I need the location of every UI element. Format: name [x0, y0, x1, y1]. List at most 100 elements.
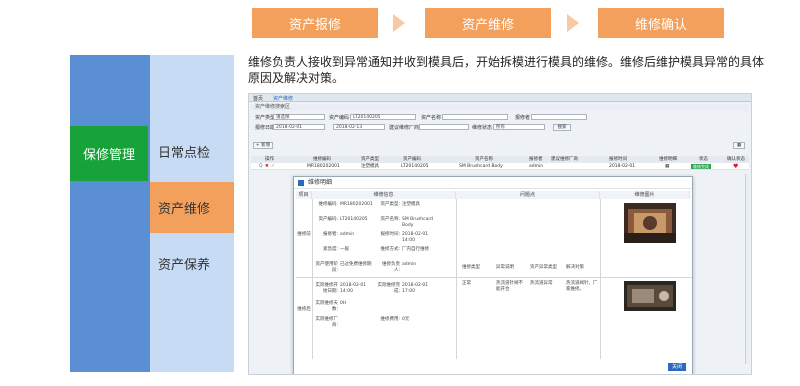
vendor-label: 建议维修厂商: [389, 125, 420, 131]
submenu-label: 日常点检: [158, 146, 211, 161]
info-key: 维修编码:: [318, 202, 338, 207]
vendor-input[interactable]: [419, 124, 469, 130]
problem-cell: 热流道阀针，厂家维修。: [566, 281, 598, 292]
step-confirm: 维修确认: [598, 8, 724, 38]
info-value: 0H: [340, 301, 347, 306]
info-key: 实际维修天数:: [315, 301, 339, 312]
app-screenshot: 首页 资产维修 资产维修搜索区 资产类型 请选择 资产编码 LT20140205…: [248, 93, 752, 375]
status-badge: 维修完成: [691, 164, 711, 169]
columns-toggle-icon[interactable]: ▦: [733, 142, 745, 149]
asset-code-input[interactable]: LT20140205: [350, 114, 416, 120]
col-header: 维修信息: [312, 191, 456, 199]
col-header: 资产异常类型: [530, 265, 557, 270]
check-icon[interactable]: ✓: [271, 163, 275, 170]
table-row[interactable]: Q ✖ ✓ MR180202001 注塑模具 LT20140205 SM Bru…: [251, 163, 749, 170]
info-row: 实际维修开始日期: 2018-02-01 14:00 实际维修完成: 2018-…: [314, 283, 454, 294]
problem-cell: 热流道针阀不能开合: [496, 281, 523, 292]
info-key: 实际维修开始日期:: [315, 283, 339, 294]
problem-cell: 正常: [462, 281, 471, 286]
info-key: 资产名称:: [380, 217, 400, 222]
module-panel: 保修管理 日常点检 资产维修 资产保养: [70, 55, 234, 372]
info-key: 资产编码:: [318, 217, 338, 222]
repair-detail-modal: 维修明细 项目 维修信息 问题点 维修图片 维修前 维修后 维修编码: MR18…: [293, 176, 693, 374]
info-value: LT20140205: [340, 217, 368, 222]
info-row: 报修者: admin 报修时间: 2018-02-01 14:00: [314, 232, 454, 243]
info-row: 实际维修厂商: 维修费用: 0元: [314, 317, 454, 328]
info-key: 维修负责人:: [382, 262, 400, 273]
asset-name-input[interactable]: [442, 114, 508, 120]
info-row: 维修编码: MR180202001 资产类型: 注塑模具: [314, 202, 454, 208]
divider: [600, 199, 601, 359]
submenu-asset-maintenance[interactable]: 资产保养: [150, 238, 234, 289]
col-header: 维修编码: [313, 157, 331, 162]
col-header: 资产名称: [475, 157, 493, 162]
arrow-right-icon: [393, 14, 405, 32]
col-header: 维修类型: [462, 265, 480, 270]
divider: [296, 277, 692, 278]
search-panel-title: 资产维修搜索区: [251, 104, 749, 111]
info-key: 报修者:: [322, 232, 338, 237]
module-label: 保修管理: [82, 148, 135, 163]
new-button[interactable]: + 新增: [253, 142, 273, 149]
module-maintenance[interactable]: 保修管理: [70, 126, 148, 181]
info-key: 紧急度:: [322, 247, 338, 252]
row-code: MR180202001: [307, 164, 340, 169]
info-key: 实际维修厂商:: [315, 317, 339, 328]
step-report: 资产报修: [252, 8, 378, 38]
step-label: 资产报修: [288, 17, 341, 33]
col-header: 资产类型: [361, 157, 379, 162]
view-icon[interactable]: Q: [259, 163, 263, 170]
nav-asset-repair[interactable]: 资产维修: [273, 95, 293, 102]
col-header: 问题点: [456, 191, 600, 199]
row-type: 注塑模具: [361, 164, 379, 169]
top-nav: 首页 资产维修: [249, 94, 751, 102]
search-button[interactable]: 搜索: [553, 124, 571, 131]
col-header: 解决对策: [566, 265, 584, 270]
info-key: 报修时间:: [380, 232, 400, 237]
delete-icon[interactable]: ✖: [265, 163, 269, 170]
repair-status-label: 维修状态: [472, 125, 493, 131]
submenu-label: 资产保养: [158, 258, 211, 273]
info-value: 注塑模具: [402, 202, 420, 207]
repair-photo-after[interactable]: [624, 281, 676, 311]
info-value: 厂内自行维修: [402, 247, 429, 252]
step-label: 维修确认: [634, 17, 687, 33]
section-before: 维修前: [297, 232, 311, 237]
submenu-asset-repair[interactable]: 资产维修: [150, 182, 234, 233]
row-name: SM Brushcard Body: [459, 164, 503, 169]
info-key: 维修费用:: [380, 317, 400, 322]
col-header: 资产编码: [403, 157, 421, 162]
submenu-daily-check[interactable]: 日常点检: [150, 126, 234, 177]
repair-photo-before[interactable]: [624, 203, 676, 243]
col-header: 操作: [265, 157, 274, 162]
modal-title: 维修明细: [294, 177, 692, 189]
col-header: 状态: [699, 157, 708, 162]
detail-icon[interactable]: ▦: [665, 163, 669, 170]
reporter-input[interactable]: [531, 114, 587, 120]
col-header: 报修者: [529, 157, 543, 162]
info-key: 实际维修完成:: [377, 283, 401, 294]
asset-type-select[interactable]: 请选择: [273, 114, 325, 120]
close-button[interactable]: 关闭: [668, 363, 686, 371]
col-header: 报修时间: [609, 157, 627, 162]
section-after: 维修后: [297, 307, 311, 312]
col-header: 异常说明: [496, 265, 514, 270]
date-to-input[interactable]: 2018-02-13: [333, 124, 385, 130]
info-value: admin: [340, 232, 355, 237]
scrollbar[interactable]: [745, 174, 749, 364]
report-date-label: 报修日期: [255, 125, 276, 131]
divider: [456, 199, 457, 359]
info-value: 2018-02-01 14:00: [402, 232, 429, 243]
heart-icon[interactable]: ♥: [733, 163, 738, 170]
asset-type-label: 资产类型: [255, 115, 276, 121]
info-key: 维修方式:: [380, 247, 400, 252]
asset-name-label: 资产名称: [421, 115, 442, 121]
modal-title-text: 维修明细: [308, 179, 333, 186]
date-from-input[interactable]: 2018-02-01: [273, 124, 325, 130]
info-value: 2018-02-01 17:00: [402, 283, 429, 294]
info-row: 资产编码: LT20140205 资产名称: SM Brushcard Body: [314, 217, 454, 228]
row-reporter: admin: [529, 164, 544, 169]
repair-status-select[interactable]: 所有: [493, 124, 545, 130]
nav-home[interactable]: 首页: [253, 95, 263, 102]
col-header: 建议维修厂商: [551, 157, 578, 162]
